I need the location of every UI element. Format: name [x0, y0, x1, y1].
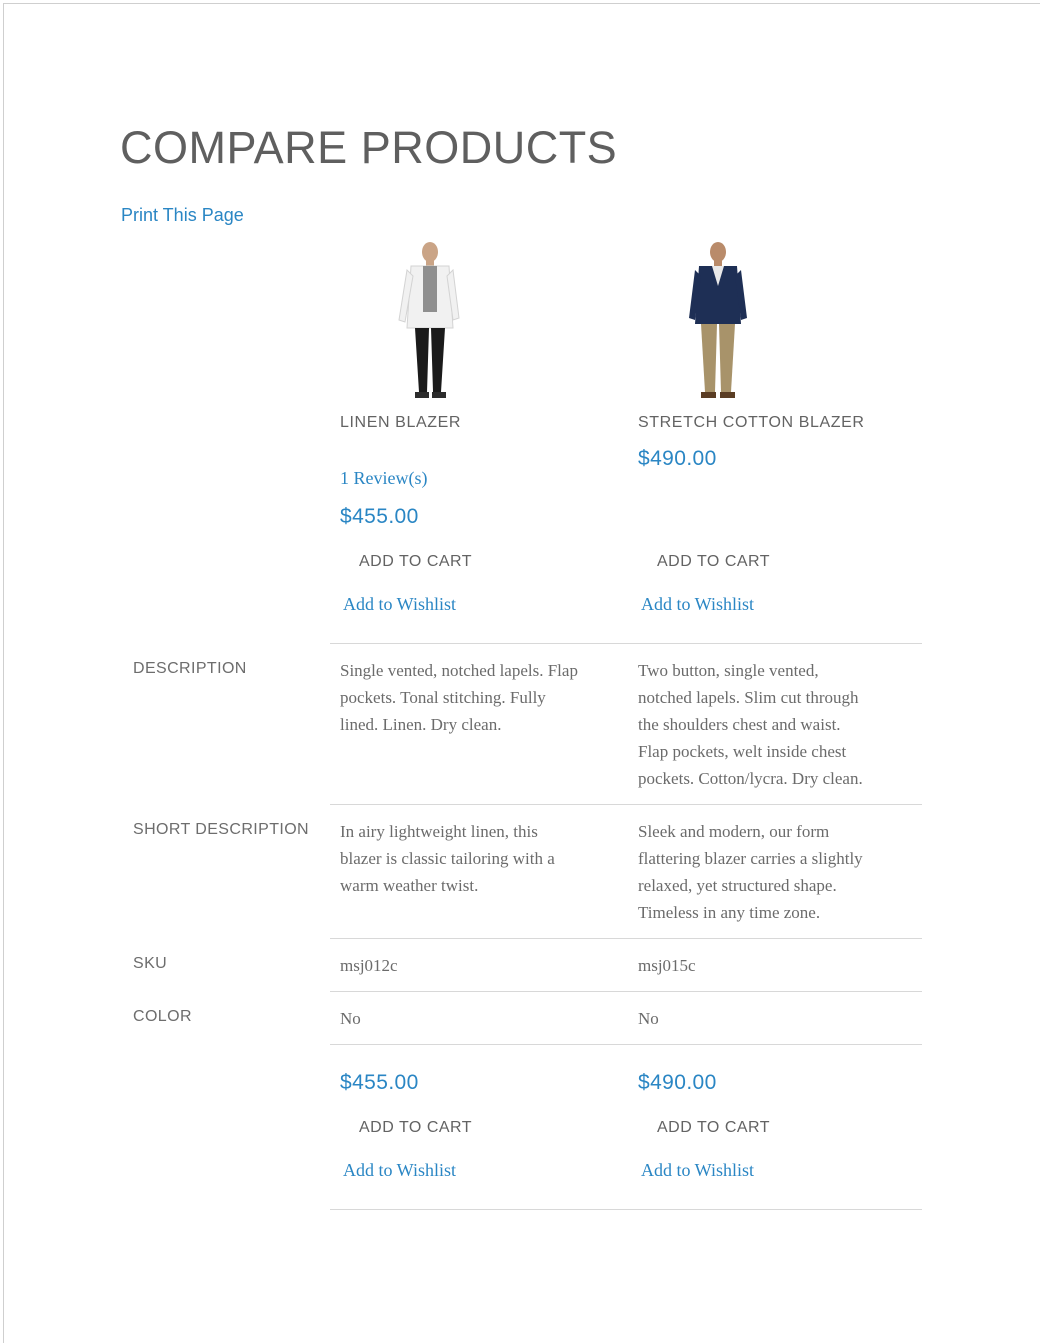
- product-photo-icon: [398, 242, 460, 398]
- row-divider: [330, 938, 922, 939]
- short-description-line: Timeless in any time zone.: [638, 903, 821, 922]
- product-price: $490.00: [638, 447, 717, 470]
- add-to-cart-button[interactable]: ADD TO CART: [657, 1119, 770, 1137]
- add-to-cart-button[interactable]: ADD TO CART: [657, 553, 770, 571]
- add-to-wishlist-link[interactable]: Add to Wishlist: [343, 1160, 456, 1181]
- description-line: notched lapels. Slim cut through: [638, 688, 859, 707]
- description-line: pockets. Cotton/lycra. Dry clean.: [638, 769, 863, 788]
- product-price: $455.00: [340, 505, 419, 528]
- short-description-line: blazer is classic tailoring with a: [340, 849, 555, 868]
- row-divider: [330, 1044, 922, 1045]
- page-title: COMPARE PRODUCTS: [120, 122, 618, 173]
- product-image-stretch-cotton-blazer[interactable]: [663, 240, 773, 405]
- product-price: $490.00: [638, 1071, 717, 1094]
- short-description-line: Sleek and modern, our form: [638, 822, 830, 841]
- short-description-line: relaxed, yet structured shape.: [638, 876, 837, 895]
- add-to-cart-button[interactable]: ADD TO CART: [359, 553, 472, 571]
- short-description-line: In airy lightweight linen, this: [340, 822, 538, 841]
- row-divider: [330, 643, 922, 644]
- add-to-cart-button[interactable]: ADD TO CART: [359, 1119, 472, 1137]
- short-description-line: flattering blazer carries a slightly: [638, 849, 863, 868]
- description-line: Single vented, notched lapels. Flap: [340, 661, 578, 680]
- add-to-wishlist-link[interactable]: Add to Wishlist: [343, 594, 456, 615]
- row-divider: [330, 804, 922, 805]
- description-value: Single vented, notched lapels. Flap pock…: [340, 657, 612, 738]
- attribute-label-short-description: SHORT DESCRIPTION: [133, 821, 310, 838]
- description-line: lined. Linen. Dry clean.: [340, 715, 502, 734]
- short-description-value: In airy lightweight linen, this blazer i…: [340, 818, 612, 899]
- description-line: pockets. Tonal stitching. Fully: [340, 688, 546, 707]
- color-value: No: [638, 1009, 659, 1028]
- short-description-value: Sleek and modern, our form flattering bl…: [638, 818, 910, 926]
- description-line: Two button, single vented,: [638, 661, 819, 680]
- print-page-link[interactable]: Print This Page: [121, 205, 244, 226]
- sku-value: msj012c: [340, 956, 398, 975]
- description-line: Flap pockets, welt inside chest: [638, 742, 847, 761]
- product-image-linen-blazer[interactable]: [375, 240, 485, 405]
- product-name-stretch-cotton-blazer[interactable]: STRETCH COTTON BLAZER: [638, 414, 865, 432]
- attribute-label-description: DESCRIPTION: [133, 660, 247, 677]
- description-value: Two button, single vented, notched lapel…: [638, 657, 910, 792]
- row-divider: [330, 1209, 922, 1210]
- row-divider: [330, 991, 922, 992]
- product-photo-icon: [689, 242, 747, 398]
- description-line: the shoulders chest and waist.: [638, 715, 841, 734]
- add-to-wishlist-link[interactable]: Add to Wishlist: [641, 594, 754, 615]
- product-price: $455.00: [340, 1071, 419, 1094]
- attribute-label-color: COLOR: [133, 1008, 192, 1025]
- sku-value: msj015c: [638, 956, 696, 975]
- attribute-label-sku: SKU: [133, 955, 168, 972]
- product-name-linen-blazer[interactable]: LINEN BLAZER: [340, 414, 461, 432]
- product-reviews-link[interactable]: 1 Review(s): [340, 468, 427, 489]
- short-description-line: warm weather twist.: [340, 876, 479, 895]
- add-to-wishlist-link[interactable]: Add to Wishlist: [641, 1160, 754, 1181]
- color-value: No: [340, 1009, 361, 1028]
